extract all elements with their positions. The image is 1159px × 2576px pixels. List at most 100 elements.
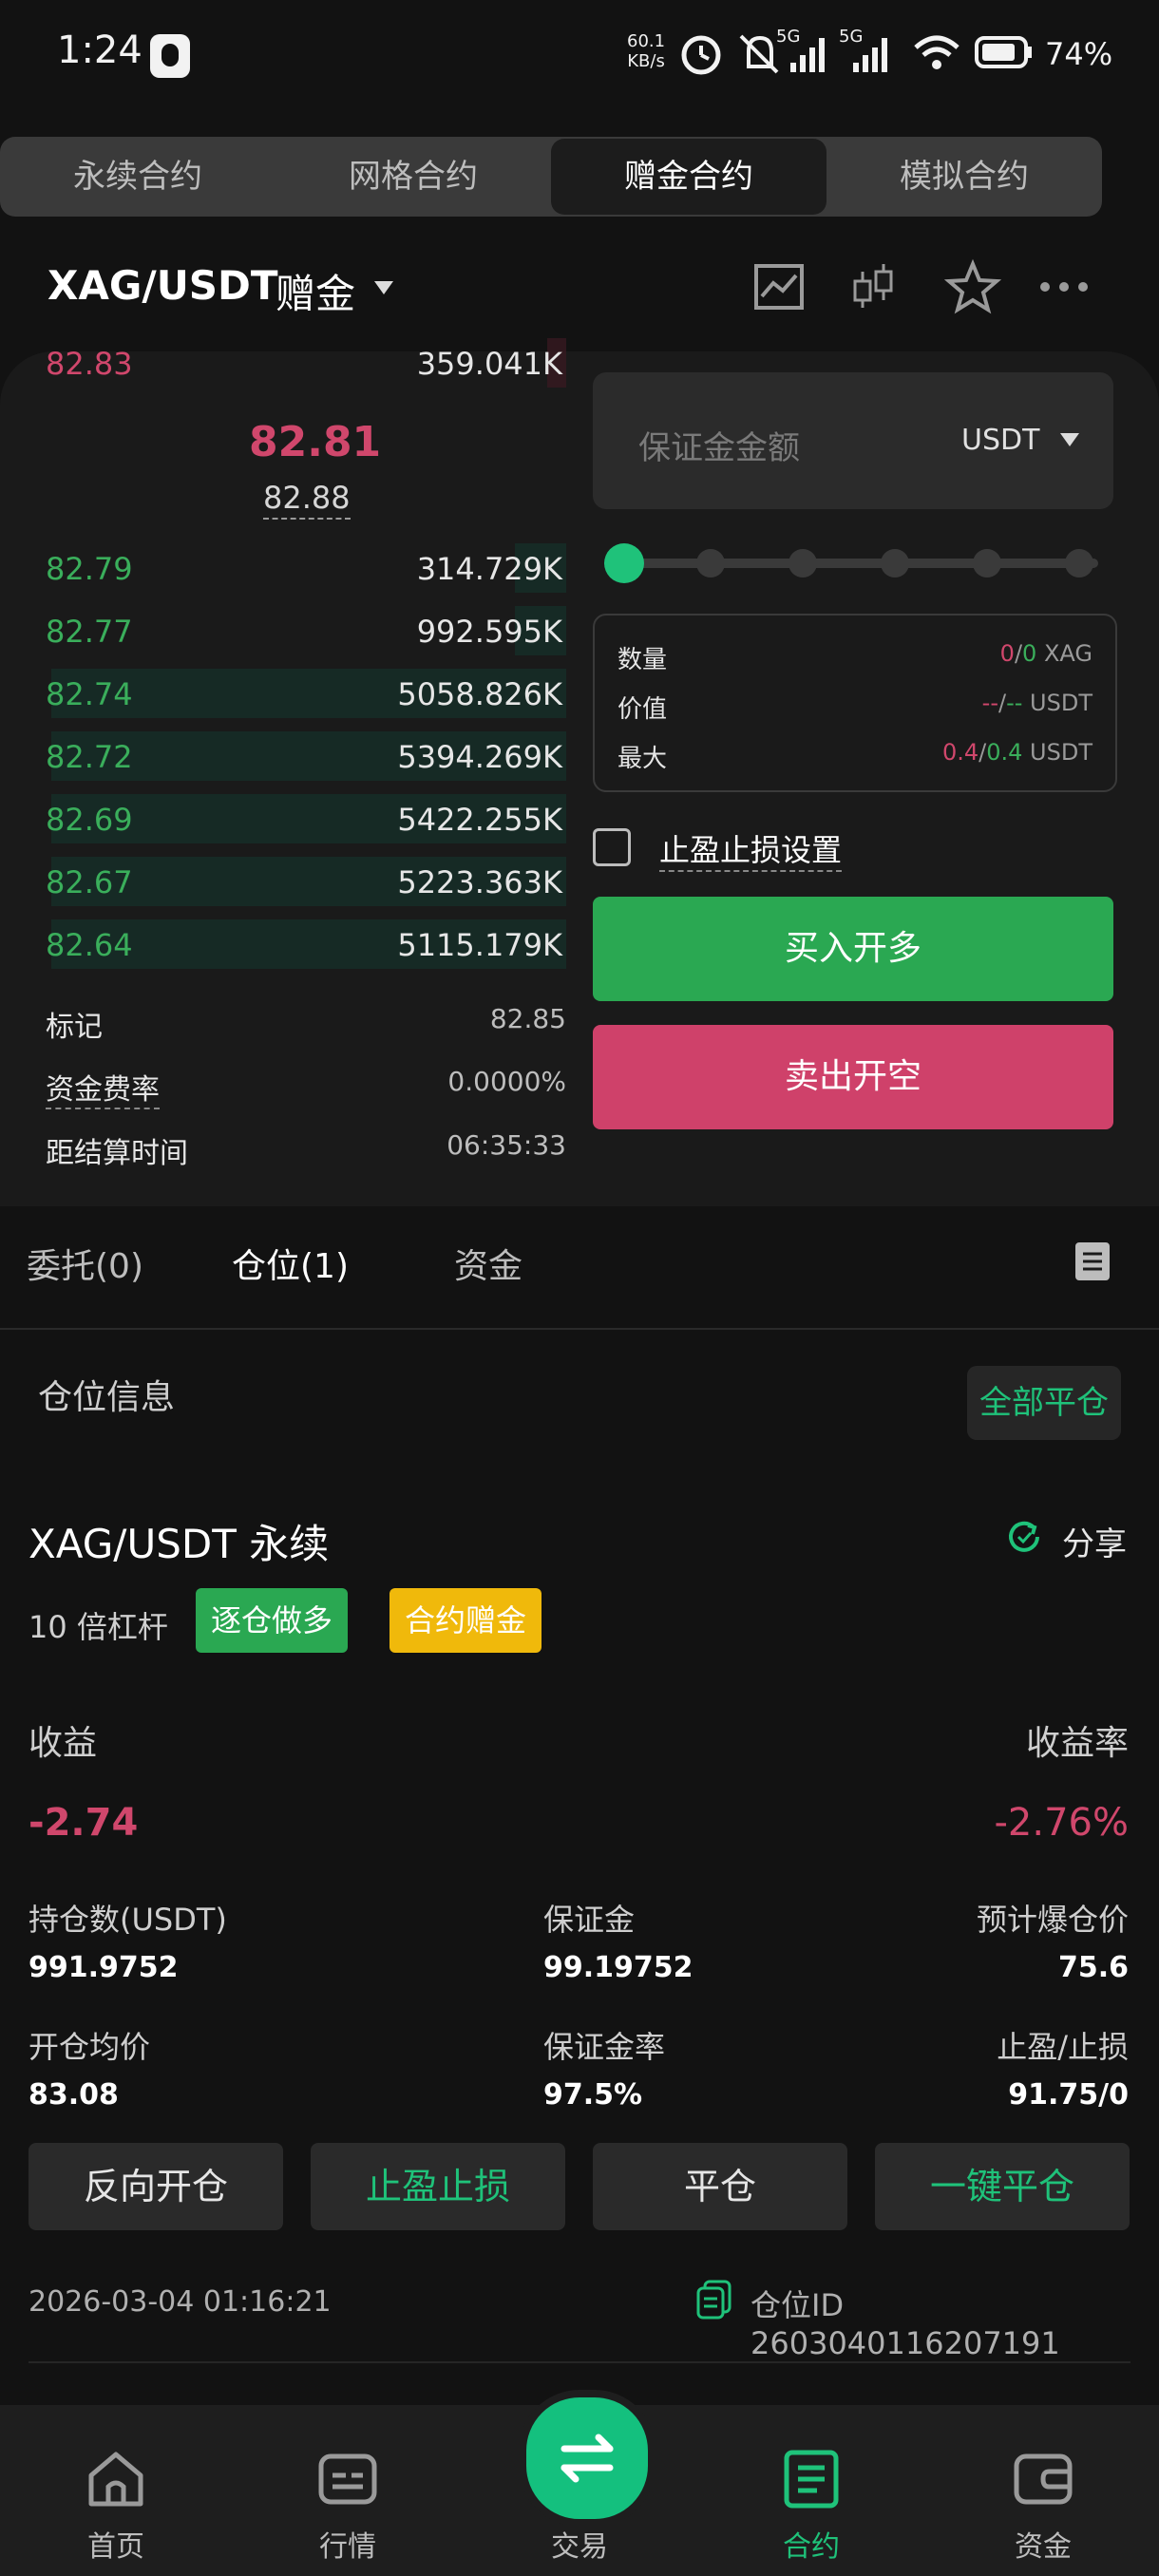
margin-mode-badge: 逐仓做多 — [196, 1588, 349, 1653]
nav-assets[interactable]: 资金 — [927, 2405, 1159, 2576]
bid-row[interactable]: 82.74 5058.826K — [0, 669, 566, 718]
network-label-1: 5G — [776, 27, 801, 47]
bid-qty: 5394.269K — [397, 739, 562, 775]
market-icon — [318, 2453, 377, 2505]
pnl-label: 收益 — [28, 1724, 98, 1763]
chevron-down-icon[interactable] — [374, 281, 393, 294]
tpsl-button[interactable]: 止盈止损 — [311, 2143, 565, 2230]
last-price: 82.81 — [249, 418, 382, 466]
qty-label: 数量 — [618, 646, 668, 674]
net-speed-unit: KB/s — [627, 51, 665, 71]
currency-select[interactable]: USDT — [961, 424, 1039, 457]
battery-percent: 74% — [1045, 36, 1113, 72]
candlestick-icon[interactable] — [846, 258, 902, 315]
one-click-close-button[interactable]: 一键平仓 — [875, 2143, 1130, 2230]
ask-qty: 359.041K — [416, 346, 562, 382]
pair-symbol[interactable]: XAG/USDT — [48, 262, 278, 309]
position-time: 2026-03-04 01:16:21 — [28, 2285, 332, 2319]
nav-contract-label: 合约 — [783, 2530, 840, 2564]
tab-perpetual[interactable]: 永续合约 — [0, 137, 276, 217]
copy-icon[interactable] — [695, 2280, 733, 2320]
bid-price: 82.64 — [46, 927, 133, 963]
nav-contract[interactable]: 合约 — [695, 2405, 927, 2576]
amount-slider[interactable] — [604, 543, 1098, 583]
bid-price: 82.69 — [46, 802, 133, 838]
position-id[interactable]: 仓位ID 2603040116207191 — [750, 2282, 1159, 2361]
settlement-label: 距结算时间 — [46, 1137, 188, 1170]
nav-market[interactable]: 行情 — [232, 2405, 464, 2576]
tab-grid[interactable]: 网格合约 — [276, 137, 551, 217]
slider-step[interactable] — [788, 549, 817, 578]
bid-row[interactable]: 82.69 5422.255K — [0, 794, 566, 843]
share-button[interactable]: 分享 — [1062, 1518, 1127, 1564]
share-icon[interactable] — [1005, 1518, 1043, 1556]
wifi-icon — [914, 35, 960, 69]
contract-type-tabs: 永续合约 网格合约 赠金合约 模拟合约 — [0, 137, 1102, 217]
position-symbol[interactable]: XAG/USDT 永续 — [28, 1512, 329, 1570]
bid-price: 82.74 — [46, 676, 133, 712]
mark-label: 标记 — [46, 1011, 103, 1044]
pair-tag[interactable]: 赠金 — [276, 262, 355, 320]
close-position-button[interactable]: 平仓 — [593, 2143, 847, 2230]
leverage-label: 10 倍杠杆 — [28, 1609, 168, 1645]
bid-price: 82.77 — [46, 614, 133, 650]
tab-positions[interactable]: 仓位(1) — [232, 1239, 349, 1288]
margin-amount-input[interactable]: 保证金金额 USDT — [593, 372, 1113, 509]
reverse-open-button[interactable]: 反向开仓 — [28, 2143, 283, 2230]
trade-button[interactable] — [519, 2390, 656, 2527]
bid-row[interactable]: 82.77 992.595K — [0, 606, 566, 655]
entry-price-value: 83.08 — [28, 2078, 119, 2112]
tab-orders[interactable]: 委托(0) — [27, 1239, 143, 1288]
bid-row[interactable]: 82.64 5115.179K — [0, 919, 566, 969]
mark-info-row: 标记 82.85 — [46, 1003, 566, 1044]
tpsl-value: 91.75/0 — [1008, 2078, 1129, 2112]
bid-qty: 5422.255K — [397, 802, 562, 838]
chart-icon[interactable] — [750, 258, 808, 315]
close-all-button[interactable]: 全部平仓 — [967, 1366, 1121, 1440]
document-icon[interactable] — [1074, 1241, 1112, 1282]
mark-price[interactable]: 82.88 — [263, 480, 351, 520]
network-label-2: 5G — [839, 27, 864, 47]
slider-handle[interactable] — [604, 543, 644, 583]
qty-value: 0/0 XAG — [999, 640, 1092, 667]
currency-dropdown-icon[interactable] — [1060, 433, 1079, 446]
tpsl-label[interactable]: 止盈止损设置 — [659, 826, 843, 872]
more-icon[interactable] — [1036, 258, 1092, 315]
value-value: --/-- USDT — [981, 690, 1092, 716]
slider-step[interactable] — [1065, 549, 1093, 578]
slider-step[interactable] — [881, 549, 909, 578]
bid-price: 82.67 — [46, 864, 133, 900]
settlement-value: 06:35:33 — [446, 1129, 566, 1161]
buy-long-button[interactable]: 买入开多 — [593, 897, 1113, 1001]
sell-short-button[interactable]: 卖出开空 — [593, 1025, 1113, 1129]
size-label: 持仓数(USDT) — [28, 1902, 227, 1938]
bid-row[interactable]: 82.79 314.729K — [0, 543, 566, 593]
net-speed-value: 60.1 — [627, 31, 666, 51]
roe-label: 收益率 — [1025, 1724, 1129, 1763]
nav-home[interactable]: 首页 — [0, 2405, 232, 2576]
tab-funds[interactable]: 资金 — [454, 1239, 522, 1288]
swap-icon — [560, 2434, 614, 2483]
tpsl-checkbox[interactable] — [593, 828, 631, 866]
nav-assets-label: 资金 — [1015, 2530, 1072, 2564]
nav-home-label: 首页 — [87, 2530, 144, 2564]
bid-price: 82.72 — [46, 739, 133, 775]
bid-row[interactable]: 82.72 5394.269K — [0, 731, 566, 781]
battery-icon — [975, 36, 1032, 68]
nav-trade-label: 交易 — [551, 2530, 608, 2564]
margin-rate-value: 97.5% — [543, 2078, 643, 2112]
star-icon[interactable] — [944, 258, 1001, 315]
tab-bonus[interactable]: 赠金合约 — [551, 139, 826, 215]
max-value: 0.4/0.4 USDT — [941, 739, 1092, 766]
tab-demo[interactable]: 模拟合约 — [826, 137, 1102, 217]
bid-row[interactable]: 82.67 5223.363K — [0, 857, 566, 906]
ask-row[interactable]: 82.83 359.041K — [0, 338, 566, 391]
bid-qty: 5223.363K — [397, 864, 562, 900]
status-bar: 1:24 60.1 KB/s 5G 5G 74% — [0, 0, 1159, 114]
funding-rate-row[interactable]: 资金费率 0.0000% — [46, 1066, 566, 1109]
liq-price-label: 预计爆仓价 — [976, 1902, 1129, 1938]
slider-step[interactable] — [696, 549, 725, 578]
slider-step[interactable] — [973, 549, 1001, 578]
value-label: 价值 — [618, 695, 668, 724]
margin-placeholder: 保证金金额 — [638, 429, 800, 467]
